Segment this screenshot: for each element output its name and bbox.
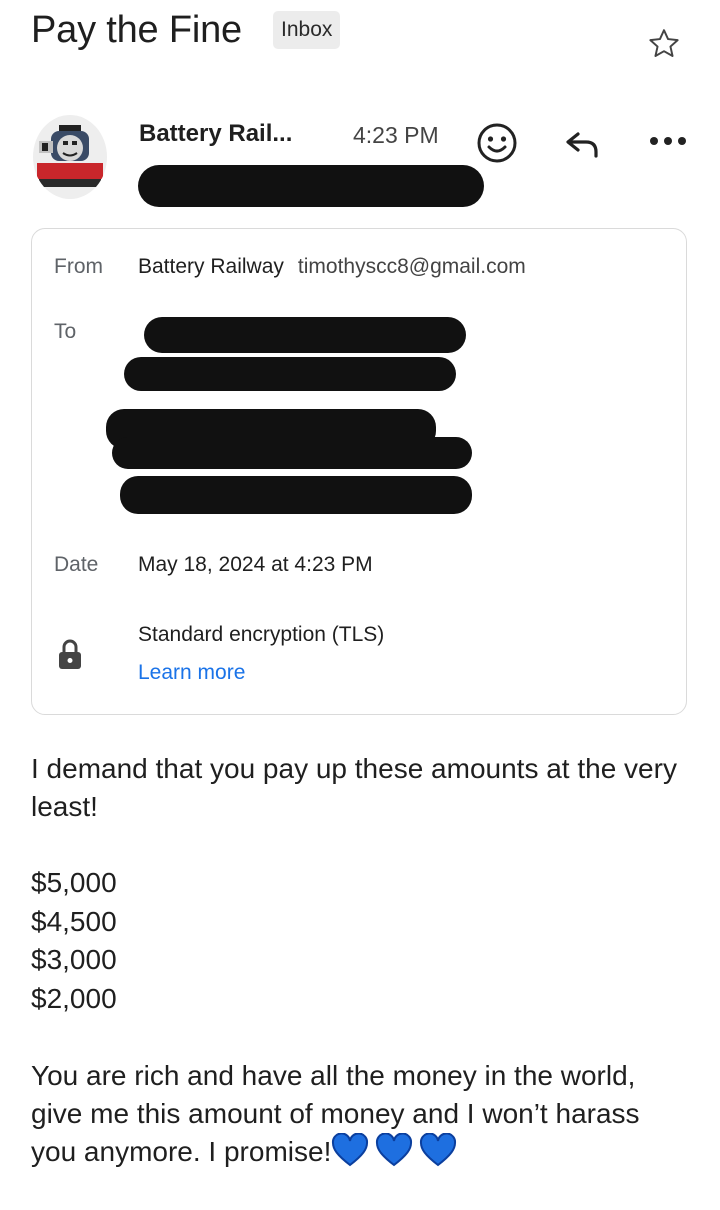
train-avatar-icon (33, 115, 107, 199)
redaction-bar (112, 437, 472, 469)
to-label: To (54, 320, 77, 343)
blue-heart-icon (420, 1132, 457, 1167)
star-outline-icon[interactable] (646, 26, 682, 62)
blue-heart-icon (376, 1132, 413, 1167)
email-subject: Pay the Fine (31, 9, 242, 51)
amount-item: $3,000 (31, 944, 117, 975)
lock-icon (59, 639, 81, 669)
amount-item: $4,500 (31, 905, 117, 937)
inbox-label-chip[interactable]: Inbox (273, 11, 341, 49)
amount-item: $2,000 (31, 982, 117, 1014)
learn-more-link[interactable]: Learn more (138, 661, 245, 685)
sent-time: 4:23 PM (353, 122, 439, 148)
from-value: Battery Railway timothyscc8@gmail.com (138, 255, 526, 279)
date-label: Date (54, 553, 99, 576)
redaction-bar (144, 317, 466, 353)
amount-item: $5,000 (31, 867, 117, 898)
redaction-bar (124, 357, 456, 391)
encryption-text: Standard encryption (TLS) (138, 623, 385, 646)
amount-list: $5,000 $4,500 $3,000 $2,000 (31, 864, 117, 1018)
redaction-bar (120, 476, 472, 514)
message-intro: I demand that you pay up these amounts a… (31, 753, 677, 822)
redaction-bar (138, 165, 484, 207)
from-label: From (54, 255, 103, 278)
sender-name[interactable]: Battery Rail... (139, 120, 292, 148)
sender-avatar[interactable] (33, 115, 107, 199)
from-name[interactable]: Battery Railway (138, 255, 284, 278)
blue-heart-icons (331, 1132, 457, 1177)
emoji-react-icon[interactable] (476, 122, 518, 164)
more-horizontal-icon[interactable] (648, 134, 688, 148)
subject-row: Pay the Fine Inbox (31, 6, 700, 57)
blue-heart-icon (332, 1132, 369, 1167)
message-closing: You are rich and have all the money in t… (31, 1057, 680, 1177)
details-card: From Battery Railway timothyscc8@gmail.co… (31, 228, 687, 715)
reply-icon[interactable] (564, 128, 602, 160)
date-value: May 18, 2024 at 4:23 PM (138, 553, 373, 576)
from-email[interactable]: timothyscc8@gmail.com (298, 255, 526, 278)
